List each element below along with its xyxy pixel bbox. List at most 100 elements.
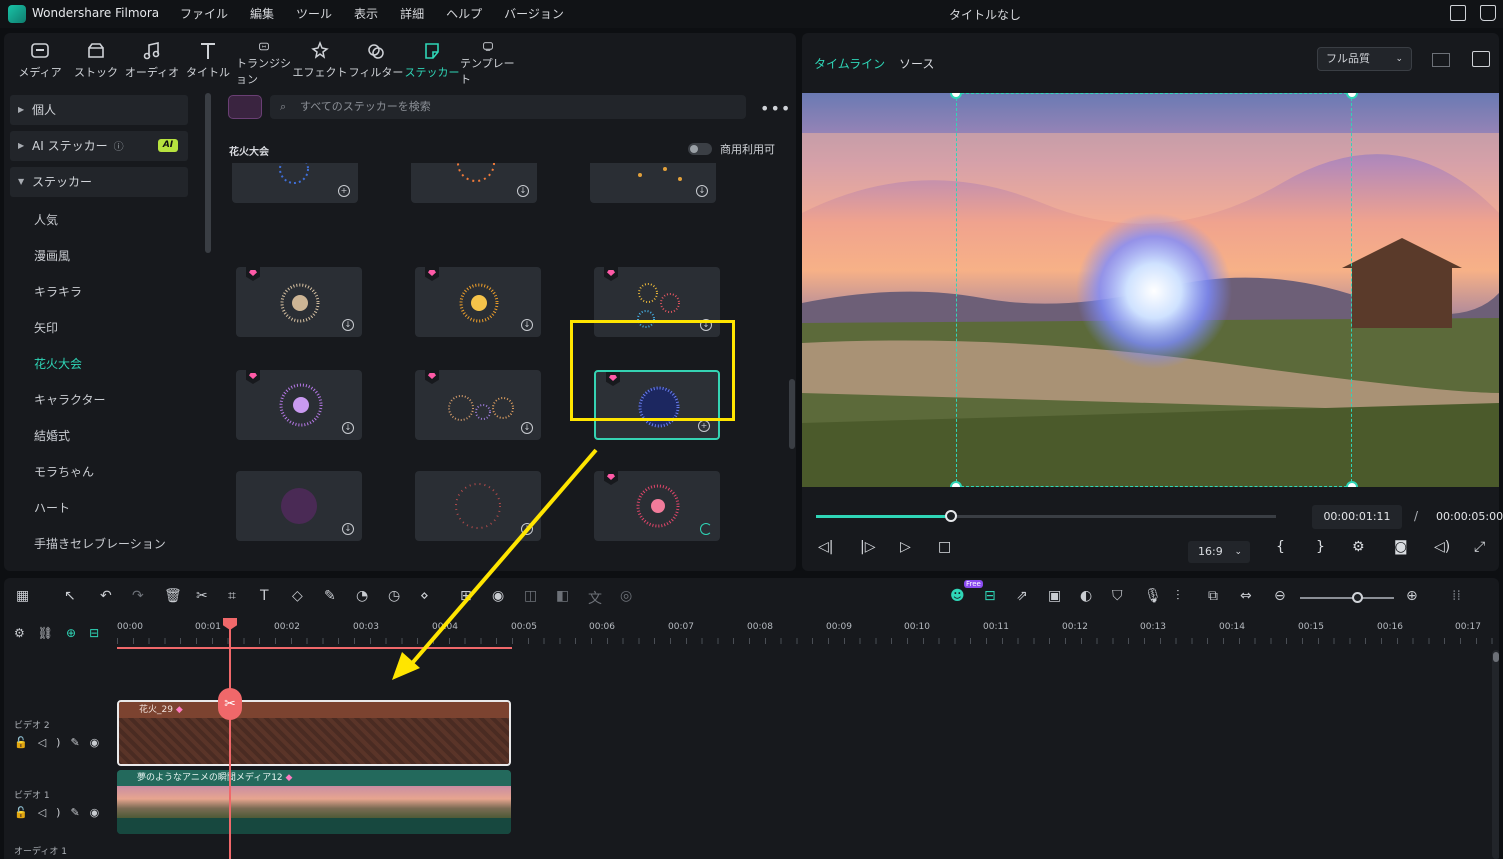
sidebar-item-manga[interactable]: 漫画風 — [34, 247, 70, 264]
fit-icon[interactable]: ⇔ — [1240, 588, 1252, 604]
undo-icon[interactable]: ↶ — [100, 588, 112, 604]
more-options-icon[interactable]: ••• — [760, 99, 791, 118]
snap-icon[interactable]: ⊟ — [984, 588, 996, 604]
grid-view-icon[interactable] — [1432, 53, 1450, 67]
tab-stock[interactable]: ストック — [68, 33, 124, 87]
split-scissors-icon[interactable]: ✂ — [218, 688, 242, 720]
pen-icon[interactable]: ✎ — [324, 588, 336, 604]
next-frame-icon[interactable]: |▷ — [860, 539, 875, 555]
download-icon[interactable]: ↓ — [521, 319, 533, 331]
fullscreen-icon[interactable]: ⤢ — [1474, 539, 1485, 555]
menu-tools[interactable]: ツール — [296, 5, 332, 22]
add-track-icon[interactable]: ⊕ — [66, 626, 89, 640]
crop-icon[interactable]: ⌗ — [228, 588, 236, 604]
zoom-slider[interactable] — [1300, 597, 1394, 599]
sticker-card[interactable]: ↓ — [590, 163, 716, 203]
zoom-in-icon[interactable]: ⊕ — [1406, 588, 1418, 604]
sticker-card[interactable]: ↓ — [236, 267, 362, 337]
tab-template[interactable]: テンプレート — [460, 33, 516, 87]
quality-select[interactable]: フル品質 ⌄ — [1317, 47, 1412, 71]
speed-icon[interactable]: ◔ — [356, 588, 368, 604]
sticker-filter-button[interactable] — [228, 95, 262, 119]
track-controls[interactable]: 🔓◁)✎◉ — [14, 736, 109, 749]
sidebar-item-sparkle[interactable]: キラキラ — [34, 283, 82, 300]
sticker-card[interactable]: ↓ — [236, 370, 362, 440]
tab-timeline[interactable]: タイムライン — [814, 57, 885, 71]
track-controls[interactable]: 🔓◁)✎◉ — [14, 806, 109, 819]
mask-icon[interactable]: ⛉ — [1112, 588, 1123, 604]
download-icon[interactable]: ↓ — [342, 319, 354, 331]
save-cloud-icon[interactable] — [1480, 5, 1496, 21]
track-layout-icon[interactable]: ⊟ — [89, 626, 112, 640]
timeline-scrollbar[interactable] — [1492, 650, 1499, 859]
sticker-card[interactable]: ↓ — [411, 163, 537, 203]
track-settings-icon[interactable]: ⚙ — [14, 626, 38, 640]
category-personal[interactable]: ▶ 個人 — [10, 95, 188, 125]
sticker-clip[interactable]: 花火_29 ◆ — [117, 700, 511, 766]
resize-handle[interactable] — [950, 481, 962, 487]
time-ruler[interactable]: 00:00 00:01 00:02 00:03 00:04 00:05 00:0… — [117, 616, 1499, 648]
sidebar-item-fireworks[interactable]: 花火大会 — [34, 355, 82, 372]
shape-icon[interactable]: ◇ — [292, 588, 303, 604]
category-ai-sticker[interactable]: ▶ AI ステッカー ⓘ AI — [10, 131, 188, 161]
video-clip[interactable]: 夢のようなアニメの瞬間メディア12 ◆ — [117, 770, 511, 834]
sticker-card[interactable]: ↓ — [415, 370, 541, 440]
timer-icon[interactable]: ◷ — [388, 588, 400, 604]
work-area-bar[interactable] — [117, 647, 512, 649]
menu-advanced[interactable]: 詳細 — [400, 5, 424, 22]
translate-icon[interactable]: 文 — [588, 588, 602, 608]
select-tool-icon[interactable]: ↖ — [64, 588, 76, 604]
scopes-icon[interactable] — [1472, 51, 1490, 67]
sidebar-item-arrow[interactable]: 矢印 — [34, 319, 58, 336]
help-icon[interactable]: ⓘ — [114, 142, 124, 153]
playhead-line[interactable] — [229, 620, 231, 859]
menu-help[interactable]: ヘルプ — [446, 5, 482, 22]
current-timecode[interactable]: 00:00:01:11 — [1312, 505, 1402, 529]
commercial-toggle[interactable] — [688, 143, 712, 155]
more-grid-icon[interactable]: ⁞⁞ — [1452, 588, 1461, 604]
sticker-card[interactable]: ↓ — [415, 471, 541, 541]
zoom-out-icon[interactable]: ⊖ — [1274, 588, 1286, 604]
play-icon[interactable]: ▷ — [900, 539, 911, 555]
ai-tool-icon[interactable]: ◫ — [524, 588, 537, 604]
sidebar-item-wedding[interactable]: 結婚式 — [34, 427, 70, 444]
ai-voice-icon[interactable]: ◎ — [620, 588, 632, 604]
tab-media[interactable]: メディア — [12, 33, 68, 87]
ai-cut-icon[interactable]: ⊞ — [460, 588, 472, 604]
mark-in-icon[interactable]: { — [1276, 539, 1285, 555]
prev-frame-icon[interactable]: ◁| — [818, 539, 833, 555]
menu-view[interactable]: 表示 — [354, 5, 378, 22]
volume-icon[interactable]: ◁) — [1434, 539, 1450, 555]
split-icon[interactable]: ✂ — [196, 588, 208, 604]
download-icon[interactable]: ↓ — [521, 422, 533, 434]
tab-effect[interactable]: エフェクト — [292, 33, 348, 87]
menu-file[interactable]: ファイル — [180, 5, 228, 22]
resize-handle[interactable] — [1346, 481, 1358, 487]
sticker-card[interactable]: + — [232, 163, 358, 203]
download-icon[interactable]: ↓ — [696, 185, 708, 197]
text-icon[interactable]: T — [260, 588, 269, 604]
download-icon[interactable]: ↓ — [521, 523, 533, 535]
zoom-slider-knob[interactable] — [1352, 592, 1363, 603]
delete-icon[interactable]: 🗑 — [164, 588, 182, 604]
sticker-card[interactable]: ↓ — [236, 471, 362, 541]
sidebar-item-heart[interactable]: ハート — [34, 499, 70, 516]
download-icon[interactable]: ↓ — [342, 523, 354, 535]
tab-filter[interactable]: フィルター — [348, 33, 404, 87]
mixer-icon[interactable]: ⫶ — [1176, 588, 1180, 604]
tab-audio[interactable]: オーディオ — [124, 33, 180, 87]
ai-mascot-icon[interactable]: ☻ — [950, 588, 965, 604]
sidebar-item-handdrawn[interactable]: 手描きセレブレーション — [34, 535, 166, 552]
mark-out-icon[interactable]: } — [1316, 539, 1325, 555]
unlink-icon[interactable]: ⛓ — [38, 626, 66, 640]
download-icon[interactable]: ↓ — [342, 422, 354, 434]
add-icon[interactable]: + — [338, 185, 350, 197]
settings-gear-icon[interactable]: ⚙ — [1352, 539, 1365, 555]
sidebar-item-popular[interactable]: 人気 — [34, 211, 58, 228]
category-sticker[interactable]: ▼ ステッカー — [10, 167, 188, 197]
sticker-card[interactable]: ↓ — [415, 267, 541, 337]
sidebar-item-character[interactable]: キャラクター — [34, 391, 106, 408]
tab-sticker[interactable]: ステッカー — [404, 33, 460, 87]
grid-scrollbar[interactable] — [789, 379, 795, 449]
sidebar-item-mora[interactable]: モラちゃん — [34, 463, 94, 480]
